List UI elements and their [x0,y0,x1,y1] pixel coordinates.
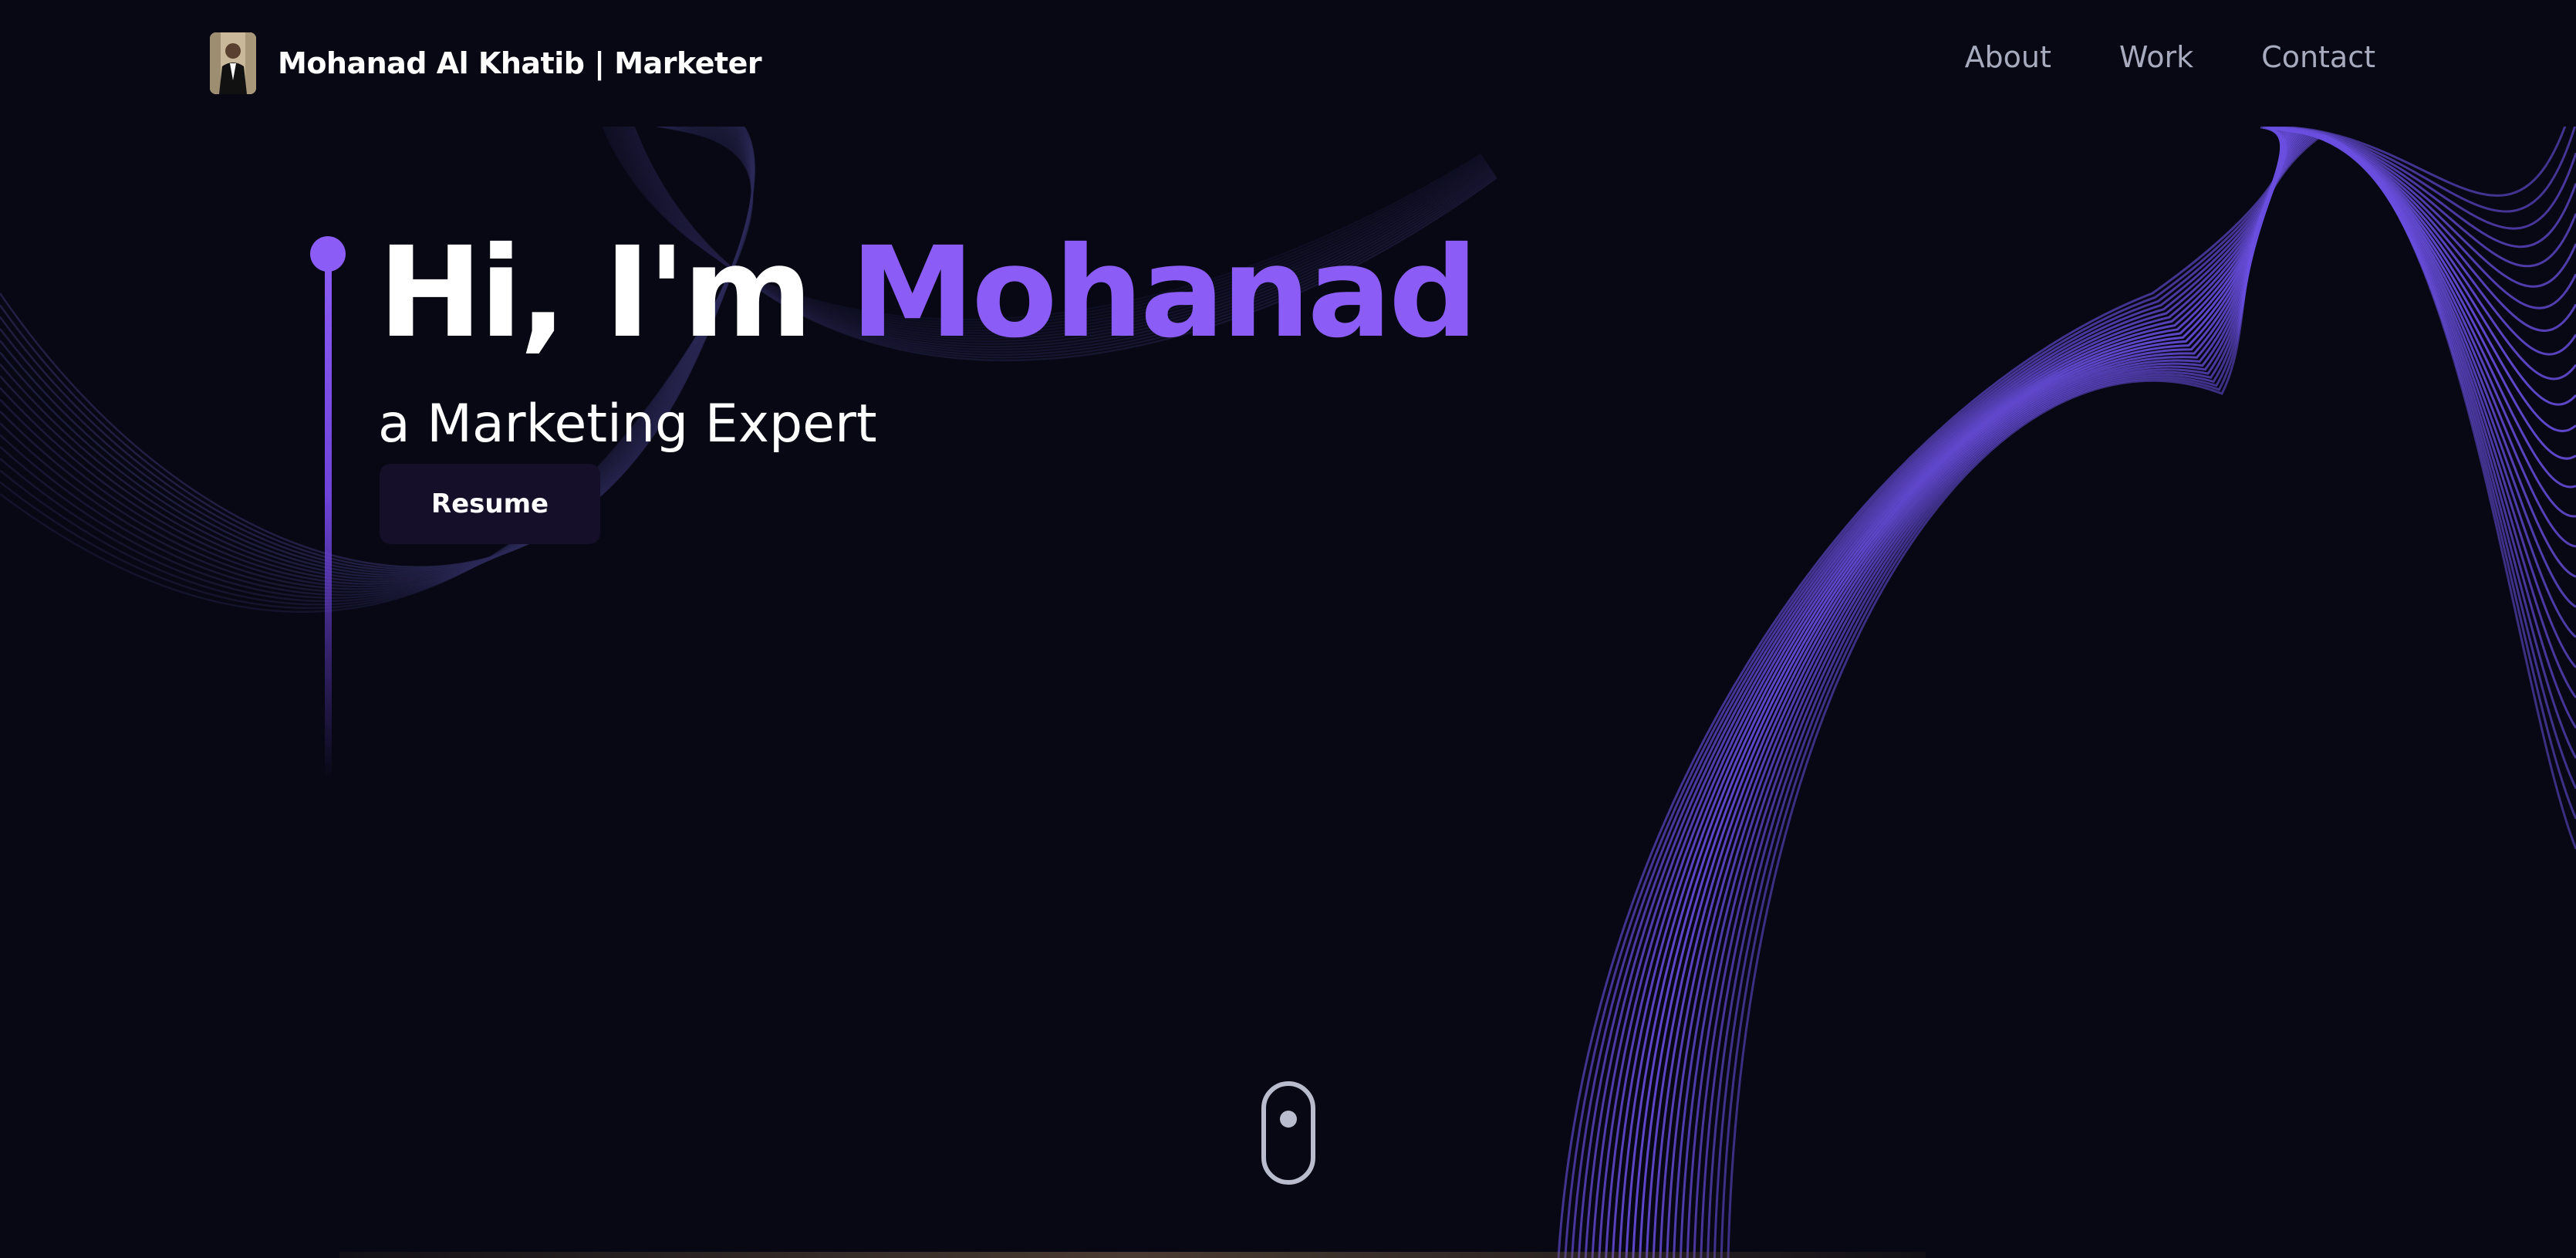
wave-line [1618,129,2576,1258]
hero-name: Mohanad [850,221,1478,366]
nav-link-about[interactable]: About [1965,40,2051,74]
avatar [210,32,256,94]
hero-headline: Hi, I'm Mohanad [378,220,1478,367]
profile-photo-icon [210,32,256,94]
wave-lines-right [1557,92,2576,1258]
brand[interactable]: Mohanad Al Khatib | Marketer [210,32,762,94]
brand-name: Mohanad Al Khatib | Marketer [278,46,762,80]
background-wave-lines [0,92,2576,1258]
wave-line [1564,122,2576,1258]
nav-link-work[interactable]: Work [2119,40,2193,74]
mouse-scroll-icon[interactable] [1261,1080,1316,1185]
timeline-line [325,262,332,779]
wave-line [1571,127,2576,1258]
top-navbar: Mohanad Al Khatib | Marketer About Work … [0,0,2576,127]
bottom-accent-bar [339,1252,1926,1258]
main-nav: About Work Contact [1965,40,2375,74]
page-root: Mohanad Al Khatib | Marketer About Work … [0,0,2576,1258]
hero-subtitle: a Marketing Expert [378,394,877,455]
hero-greeting: Hi, I'm [378,221,851,366]
nav-link-contact[interactable]: Contact [2261,40,2375,74]
resume-button[interactable]: Resume [380,464,600,544]
wave-line [1577,127,2576,1258]
